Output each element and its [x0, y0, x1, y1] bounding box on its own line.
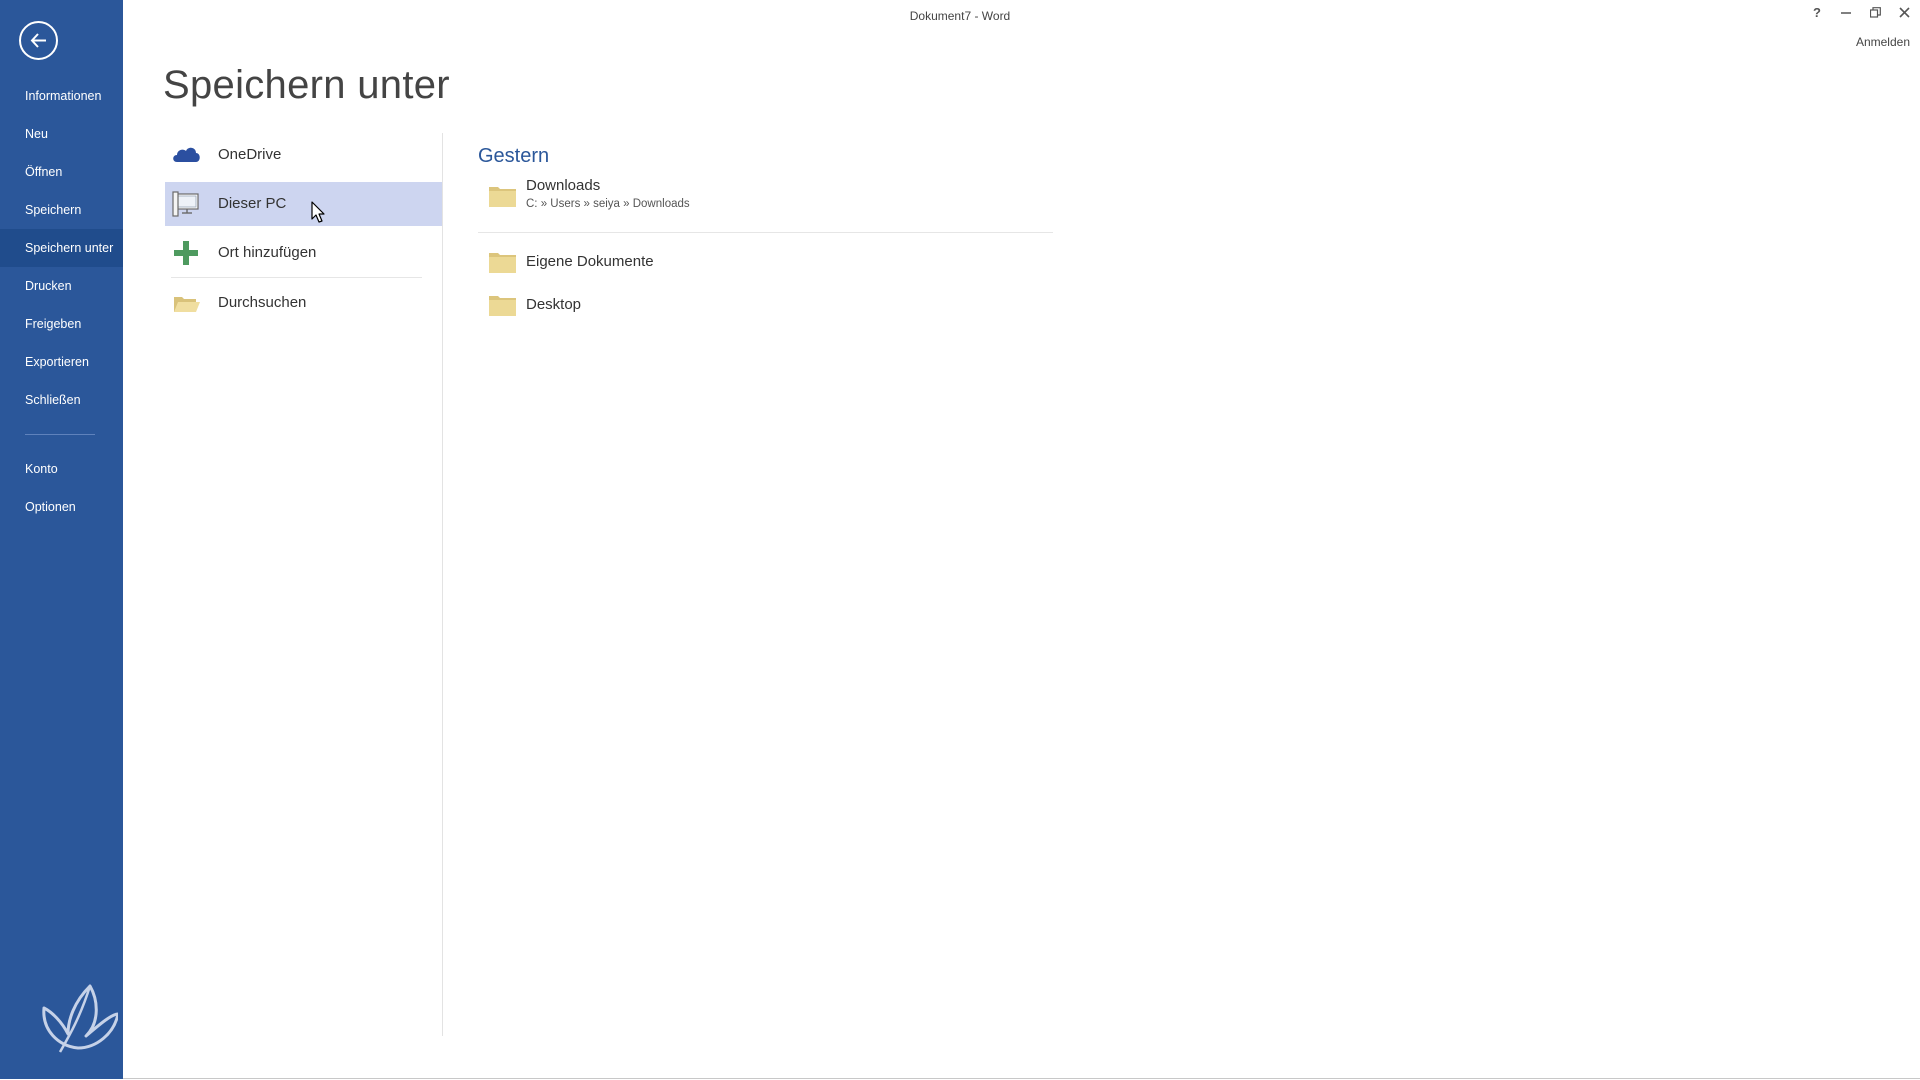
nav-schliessen[interactable]: Schließen [0, 381, 123, 419]
recent-folders: Gestern Downloads C: » Users » seiya » D… [478, 145, 1053, 329]
recent-folder-downloads[interactable]: Downloads C: » Users » seiya » Downloads [478, 176, 1053, 230]
place-label: Ort hinzufügen [218, 244, 317, 261]
help-button[interactable]: ? [1804, 2, 1830, 22]
place-durchsuchen[interactable]: Durchsuchen [165, 281, 442, 325]
backstage-sidebar: Informationen Neu Öffnen Speichern Speic… [0, 0, 123, 1079]
minimize-button[interactable] [1833, 2, 1859, 22]
nav-freigeben[interactable]: Freigeben [0, 305, 123, 343]
nav-optionen[interactable]: Optionen [0, 488, 123, 526]
place-divider [171, 277, 422, 278]
folder-icon [489, 253, 516, 273]
place-dieser-pc[interactable]: Dieser PC [165, 182, 442, 226]
folder-path: C: » Users » seiya » Downloads [526, 198, 690, 210]
folder-name: Desktop [526, 296, 582, 313]
backstage-nav: Informationen Neu Öffnen Speichern Speic… [0, 77, 123, 526]
nav-oeffnen[interactable]: Öffnen [0, 153, 123, 191]
nav-drucken[interactable]: Drucken [0, 267, 123, 305]
place-label: Durchsuchen [218, 294, 307, 311]
recent-heading: Gestern [478, 145, 550, 167]
recent-folder-eigene-dokumente[interactable]: Eigene Dokumente [478, 243, 1053, 286]
cloud-icon [173, 147, 200, 162]
close-icon [1898, 6, 1910, 18]
folder-name: Eigene Dokumente [526, 253, 654, 270]
minimize-icon [1841, 12, 1851, 14]
title-bar: Dokument7 - Word ? Anmelden [123, 0, 1920, 50]
save-locations-list: OneDrive Dieser PC Ort hinzufügen Durchs… [165, 133, 442, 325]
open-folder-icon [174, 297, 200, 312]
recent-divider [478, 232, 1053, 233]
plus-icon [174, 241, 198, 265]
nav-informationen[interactable]: Informationen [0, 77, 123, 115]
close-button[interactable] [1891, 2, 1917, 22]
arrow-left-icon [30, 33, 46, 48]
nav-divider [25, 434, 95, 435]
nav-neu[interactable]: Neu [0, 115, 123, 153]
folder-icon [489, 187, 516, 207]
butterfly-logo-icon [42, 984, 118, 1053]
place-ort-hinzufuegen[interactable]: Ort hinzufügen [165, 231, 442, 275]
mouse-cursor-icon [311, 201, 325, 223]
back-button[interactable] [19, 21, 58, 60]
word-backstage-window: Informationen Neu Öffnen Speichern Speic… [0, 0, 1920, 1079]
place-onedrive[interactable]: OneDrive [165, 133, 442, 177]
folder-name: Downloads [526, 177, 601, 194]
column-divider [442, 133, 443, 1036]
nav-speichern-unter[interactable]: Speichern unter [0, 229, 123, 267]
sign-in-link[interactable]: Anmelden [1856, 35, 1910, 49]
nav-speichern[interactable]: Speichern [0, 191, 123, 229]
page-title: Speichern unter [163, 63, 450, 107]
folder-icon [489, 296, 516, 316]
nav-exportieren[interactable]: Exportieren [0, 343, 123, 381]
nav-konto[interactable]: Konto [0, 450, 123, 488]
restore-button[interactable] [1862, 2, 1888, 22]
place-label: OneDrive [218, 146, 282, 163]
computer-icon [172, 191, 199, 217]
place-label: Dieser PC [218, 195, 287, 212]
restore-icon [1869, 6, 1881, 18]
recent-folder-desktop[interactable]: Desktop [478, 286, 1053, 329]
window-title: Dokument7 - Word [909, 9, 1011, 23]
